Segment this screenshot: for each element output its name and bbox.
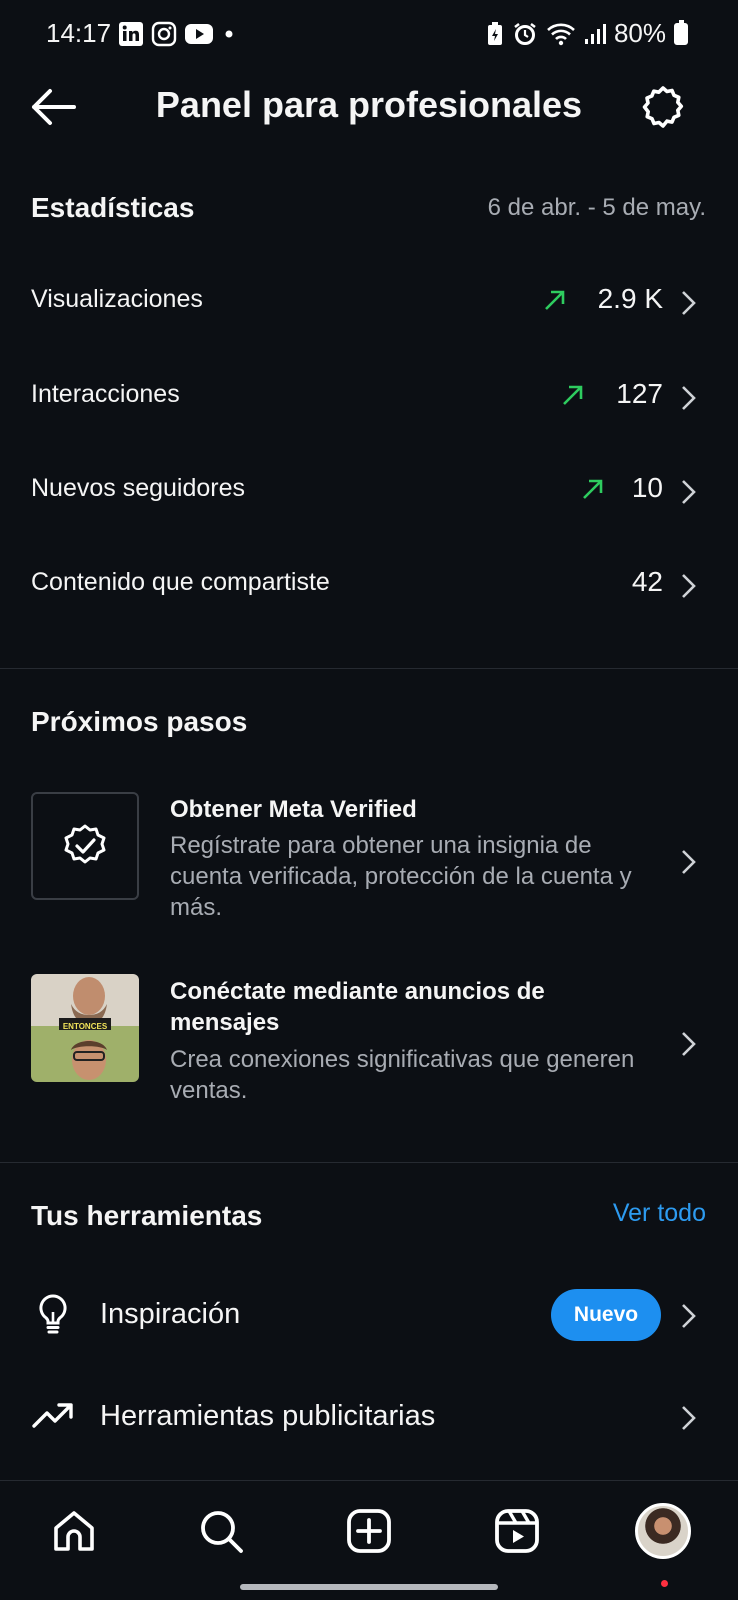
section-divider — [0, 668, 738, 669]
wifi-icon — [547, 23, 575, 45]
chevron-right-icon — [682, 1406, 696, 1430]
chevron-right-icon — [682, 1304, 696, 1328]
step-description: Crea conexiones significativas que gener… — [170, 1046, 635, 1104]
lightbulb-icon — [39, 1294, 67, 1334]
step-icon-box — [31, 792, 139, 900]
step-title: Conéctate mediante anuncios de mensajes — [170, 978, 545, 1036]
section-divider — [0, 1162, 738, 1163]
home-icon — [54, 1511, 94, 1551]
chevron-right-icon — [682, 386, 696, 410]
status-time: 14:17 — [46, 18, 112, 48]
next-steps-section-title: Próximos pasos — [31, 706, 248, 737]
stat-label: Interacciones — [31, 380, 180, 408]
tool-row-herramientas-publicitarias[interactable]: Herramientas publicitarias — [0, 1378, 738, 1458]
thumbnail-caption: ENTONCES — [62, 1022, 108, 1031]
stat-label: Visualizaciones — [31, 285, 203, 313]
profile-avatar — [635, 1503, 691, 1559]
stat-value: 127 — [616, 378, 663, 409]
notification-dot-icon — [225, 30, 233, 38]
step-title: Obtener Meta Verified — [170, 796, 417, 823]
trend-up-icon — [583, 479, 603, 499]
reels-icon — [495, 1509, 539, 1553]
chevron-right-icon — [682, 850, 696, 874]
bottom-navigation — [0, 1480, 738, 1600]
top-app-bar: Panel para profesionales — [0, 72, 738, 142]
back-arrow-icon[interactable] — [28, 86, 78, 128]
nav-home[interactable] — [46, 1503, 102, 1559]
see-all-link[interactable]: Ver todo — [613, 1199, 706, 1228]
trend-up-icon — [563, 385, 583, 405]
battery-percent: 80% — [613, 18, 666, 48]
nav-reels[interactable] — [489, 1503, 545, 1559]
status-bar: 14:17 80% — [0, 0, 738, 66]
trend-up-icon — [545, 290, 565, 310]
settings-gear-icon[interactable] — [638, 82, 688, 132]
create-icon — [347, 1509, 391, 1553]
page-title: Panel para profesionales — [155, 84, 583, 125]
battery-icon — [674, 19, 688, 45]
chevron-right-icon — [682, 291, 696, 315]
next-step-meta-verified[interactable]: Obtener Meta Verified Regístrate para ob… — [0, 790, 738, 930]
new-badge: Nuevo — [551, 1289, 661, 1341]
search-icon — [201, 1511, 243, 1553]
tool-label: Herramientas publicitarias — [100, 1400, 436, 1432]
next-step-message-ads[interactable]: ENTONCES Conéctate mediante anuncios de … — [0, 972, 738, 1112]
tools-section-title: Tus herramientas — [31, 1200, 263, 1231]
tool-row-inspiracion[interactable]: Inspiración Nuevo — [0, 1276, 738, 1356]
tool-label: Inspiración — [100, 1298, 241, 1330]
nav-search[interactable] — [193, 1503, 249, 1559]
stat-value: 10 — [631, 472, 663, 503]
nav-profile[interactable] — [635, 1503, 691, 1559]
chevron-right-icon — [682, 480, 696, 504]
system-home-indicator[interactable] — [240, 1584, 498, 1590]
signal-icon — [584, 23, 606, 44]
date-range: 6 de abr. - 5 de may. — [487, 194, 706, 221]
alarm-icon — [514, 22, 536, 45]
chevron-right-icon — [682, 574, 696, 598]
step-description: Regístrate para obtener una insignia de … — [170, 832, 632, 921]
instagram-icon — [151, 21, 177, 47]
linkedin-icon — [119, 22, 143, 46]
stat-row-nuevos-seguidores[interactable]: Nuevos seguidores 10 — [0, 452, 738, 532]
stat-label: Nuevos seguidores — [31, 474, 246, 502]
profile-notification-dot — [661, 1580, 668, 1587]
verified-badge-icon — [64, 824, 106, 864]
nav-create[interactable] — [341, 1503, 397, 1559]
stat-value: 2.9 K — [597, 283, 663, 314]
stat-label: Contenido que compartiste — [31, 568, 330, 596]
chevron-right-icon — [682, 1032, 696, 1056]
stat-row-interacciones[interactable]: Interacciones 127 — [0, 358, 738, 438]
stat-row-visualizaciones[interactable]: Visualizaciones 2.9 K — [0, 263, 738, 343]
stats-section-title: Estadísticas — [31, 192, 195, 223]
message-ads-thumbnail: ENTONCES — [31, 974, 139, 1082]
youtube-icon — [185, 24, 213, 44]
battery-saver-icon — [487, 21, 502, 45]
trending-up-icon — [32, 1403, 73, 1428]
stat-row-contenido[interactable]: Contenido que compartiste 42 — [0, 546, 738, 626]
stat-value: 42 — [631, 566, 663, 597]
